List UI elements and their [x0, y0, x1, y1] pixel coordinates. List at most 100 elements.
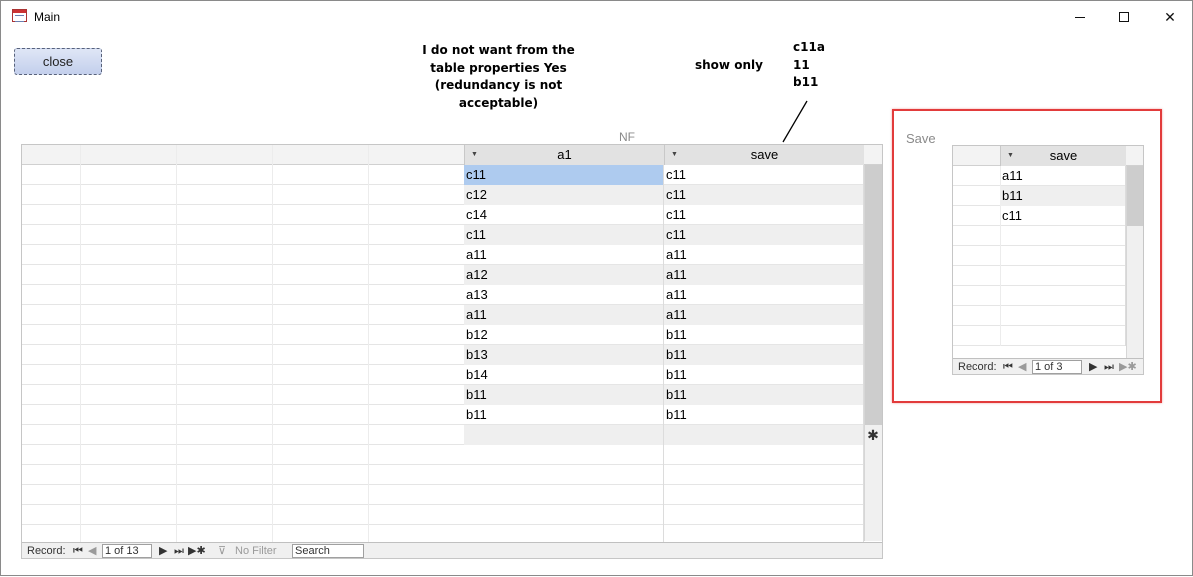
table-cell[interactable]: b11	[1000, 186, 1126, 206]
column-header-save[interactable]: ▼ save	[664, 145, 864, 165]
table-cell[interactable]: c11	[664, 165, 864, 185]
table-cell[interactable]: a11	[664, 245, 864, 265]
close-button[interactable]: close	[14, 48, 102, 75]
nf-datasheet: ▼ a1 ▼ save c11 c11 c12 c11 c14 c11 c11 c11 a11 a…	[21, 144, 883, 559]
next-record-icon[interactable]: ▶	[159, 544, 167, 558]
vertical-scrollbar[interactable]	[864, 165, 882, 541]
table-cell[interactable]: a11	[464, 305, 664, 325]
table-row[interactable]: c12 c11	[22, 185, 864, 205]
table-cell	[664, 445, 864, 465]
values-list: c11a 11 b11	[793, 39, 825, 92]
table-row[interactable]: c11 c11	[22, 165, 864, 185]
column-header-save[interactable]: ▼ save	[1000, 146, 1126, 166]
table-cell[interactable]: a11	[464, 245, 664, 265]
minimize-icon	[1075, 17, 1085, 18]
table-cell[interactable]: a11	[1000, 166, 1126, 186]
new-record-button-icon[interactable]: ▶✱	[1119, 360, 1137, 374]
first-record-icon[interactable]: ⏮	[73, 544, 83, 558]
table-cell	[464, 505, 664, 525]
maximize-icon	[1119, 12, 1129, 22]
previous-record-icon[interactable]: ◀	[1018, 360, 1026, 374]
table-cell[interactable]: c11	[664, 185, 864, 205]
next-record-icon[interactable]: ▶	[1089, 360, 1097, 374]
table-cell[interactable]: b11	[664, 345, 864, 365]
last-record-icon[interactable]: ⏭	[1104, 360, 1114, 374]
header-row: ▼ a1 ▼ save	[22, 145, 882, 165]
table-cell[interactable]: b11	[664, 365, 864, 385]
table-row[interactable]: b11 b11	[22, 385, 864, 405]
table-cell	[1000, 266, 1126, 286]
table-row[interactable]: b14 b11	[22, 365, 864, 385]
table-cell[interactable]	[464, 425, 664, 445]
note-line: acceptable)	[458, 95, 539, 110]
last-record-icon[interactable]: ⏭	[174, 544, 184, 558]
search-input[interactable]: Search	[292, 544, 364, 558]
empty-row	[22, 505, 864, 525]
table-row[interactable]: b12 b11	[22, 325, 864, 345]
table-row[interactable]: a12 a11	[22, 265, 864, 285]
dropdown-arrow-icon[interactable]: ▼	[671, 145, 678, 165]
record-position-input[interactable]: 1 of 13	[102, 544, 152, 558]
table-cell[interactable]: a12	[464, 265, 664, 285]
column-header-a1[interactable]: ▼ a1	[464, 145, 664, 165]
dropdown-arrow-icon[interactable]: ▼	[471, 145, 478, 165]
table-cell[interactable]: b11	[664, 405, 864, 425]
close-window-button[interactable]: ✕	[1147, 1, 1193, 33]
minimize-button[interactable]	[1057, 1, 1103, 33]
empty-row	[953, 286, 1126, 306]
table-cell[interactable]: b13	[464, 345, 664, 365]
table-row[interactable]: b11	[953, 186, 1126, 206]
table-cell[interactable]: b11	[664, 325, 864, 345]
table-cell	[1000, 306, 1126, 326]
previous-record-icon[interactable]: ◀	[88, 544, 96, 558]
table-cell[interactable]: c11	[1000, 206, 1126, 226]
table-row[interactable]: b13 b11	[22, 345, 864, 365]
record-label: Record:	[27, 545, 66, 557]
new-record-button-icon[interactable]: ▶✱	[188, 544, 206, 558]
empty-row	[953, 246, 1126, 266]
table-row[interactable]: a11	[953, 166, 1126, 186]
table-row[interactable]: c14 c11	[22, 205, 864, 225]
table-cell[interactable]: a11	[664, 265, 864, 285]
table-row[interactable]: c11 c11	[22, 225, 864, 245]
empty-row	[953, 266, 1126, 286]
table-row[interactable]: a11 a11	[22, 245, 864, 265]
window-title: Main	[34, 10, 61, 24]
table-cell[interactable]: a11	[664, 285, 864, 305]
table-cell[interactable]: c14	[464, 205, 664, 225]
main-window: Main ✕ close I do not want from the tabl…	[0, 0, 1193, 576]
dropdown-arrow-icon[interactable]: ▼	[1007, 146, 1014, 166]
table-row[interactable]: a11 a11	[22, 305, 864, 325]
table-cell	[664, 505, 864, 525]
table-cell[interactable]: b11	[464, 405, 664, 425]
values-list-item: c11a	[793, 40, 825, 54]
record-navigation-bar: Record: ⏮ ◀ 1 of 13 ▶ ⏭ ▶✱ ⊽ No Filter S…	[22, 542, 882, 558]
table-cell[interactable]: c11	[664, 225, 864, 245]
table-cell[interactable]: a11	[664, 305, 864, 325]
table-cell[interactable]: c11	[464, 165, 664, 185]
new-record-row[interactable]	[22, 425, 864, 445]
table-cell[interactable]: b11	[664, 385, 864, 405]
table-row[interactable]: a13 a11	[22, 285, 864, 305]
table-cell[interactable]	[664, 425, 864, 445]
note-line: table properties Yes	[430, 60, 567, 75]
table-cell[interactable]: a13	[464, 285, 664, 305]
table-cell[interactable]: c11	[664, 205, 864, 225]
table-cell[interactable]: c12	[464, 185, 664, 205]
maximize-button[interactable]	[1101, 1, 1147, 33]
table-row[interactable]: b11 b11	[22, 405, 864, 425]
record-position-input[interactable]: 1 of 3	[1032, 360, 1082, 374]
scrollbar-thumb[interactable]	[865, 165, 882, 425]
save-datasheet: ▼ save a11 b11 c11 Record: ⏮ ◀ 1 of 3 ▶ ⏭ …	[952, 145, 1144, 375]
vertical-scrollbar[interactable]	[1126, 166, 1143, 358]
table-cell[interactable]: b14	[464, 365, 664, 385]
no-filter-label[interactable]: No Filter	[235, 544, 277, 558]
table-cell[interactable]: b12	[464, 325, 664, 345]
empty-row	[953, 226, 1126, 246]
filter-icon[interactable]: ⊽	[218, 544, 226, 558]
scrollbar-thumb[interactable]	[1127, 166, 1143, 226]
table-row[interactable]: c11	[953, 206, 1126, 226]
table-cell[interactable]: b11	[464, 385, 664, 405]
first-record-icon[interactable]: ⏮	[1003, 360, 1013, 374]
table-cell[interactable]: c11	[464, 225, 664, 245]
